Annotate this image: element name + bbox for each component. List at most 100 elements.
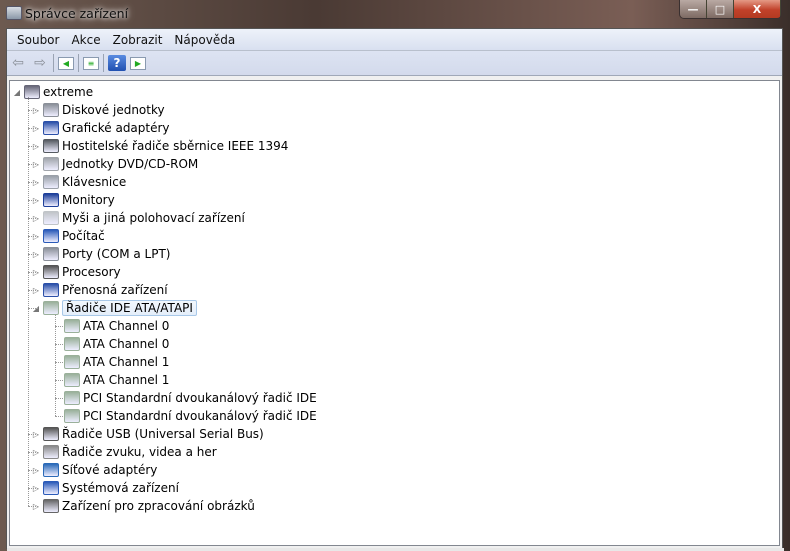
tree-device[interactable]: ATA Channel 1 bbox=[52, 371, 169, 389]
tree-item-label: Řadiče zvuku, videa a her bbox=[62, 445, 217, 459]
device-icon bbox=[43, 175, 59, 189]
tree-connector bbox=[28, 290, 38, 291]
tree-connector bbox=[28, 272, 38, 273]
tree-connector bbox=[28, 254, 38, 255]
tree-item-label: PCI Standardní dvoukanálový řadič IDE bbox=[83, 391, 317, 405]
tree-item-label: Systémová zařízení bbox=[62, 481, 179, 495]
tree-item-label: Síťové adaptéry bbox=[62, 463, 158, 477]
tree-connector bbox=[28, 218, 38, 219]
help-icon[interactable]: ? bbox=[108, 55, 126, 71]
tree-connector bbox=[28, 470, 38, 471]
tree-item-label: Řadiče USB (Universal Serial Bus) bbox=[62, 427, 264, 441]
close-button[interactable]: X bbox=[734, 0, 781, 18]
tree-connector bbox=[28, 97, 29, 506]
menu-bar: Soubor Akce Zobrazit Nápověda bbox=[7, 29, 782, 51]
tree-category[interactable]: ▷ Řadiče zvuku, videa a her bbox=[31, 443, 217, 461]
tree-item-label: Diskové jednotky bbox=[62, 103, 165, 117]
tree-item-label: ATA Channel 1 bbox=[83, 373, 170, 387]
device-icon bbox=[24, 85, 40, 99]
forward-arrow-icon[interactable]: ⇨ bbox=[31, 55, 49, 71]
tree-root-extreme[interactable]: ◢ extreme bbox=[12, 83, 93, 101]
tree-connector bbox=[28, 434, 38, 435]
tree-item-label: Přenosná zařízení bbox=[62, 283, 168, 297]
tree-connector bbox=[28, 182, 38, 183]
tree-category[interactable]: ▷ Zařízení pro zpracování obrázků bbox=[31, 497, 255, 515]
tree-item-label: ATA Channel 1 bbox=[83, 355, 170, 369]
device-icon bbox=[64, 373, 80, 387]
tree-category[interactable]: ▷ Jednotky DVD/CD-ROM bbox=[31, 155, 198, 173]
device-icon bbox=[43, 157, 59, 171]
device-icon bbox=[43, 481, 59, 495]
tree-item-label: Hostitelské řadiče sběrnice IEEE 1394 bbox=[62, 139, 289, 153]
tree-connector bbox=[28, 308, 38, 309]
device-icon bbox=[43, 247, 59, 261]
tree-category[interactable]: ▷ Porty (COM a LPT) bbox=[31, 245, 170, 263]
tree-category[interactable]: ▷ Diskové jednotky bbox=[31, 101, 165, 119]
tree-connector bbox=[28, 236, 38, 237]
tree-item-label: Počítač bbox=[62, 229, 105, 243]
tree-category[interactable]: ▷ Hostitelské řadiče sběrnice IEEE 1394 bbox=[31, 137, 288, 155]
device-icon bbox=[43, 265, 59, 279]
tree-item-label: Řadiče IDE ATA/ATAPI bbox=[62, 300, 197, 316]
caption-buttons: — □ X bbox=[679, 0, 782, 19]
tree-category[interactable]: ▷ Počítač bbox=[31, 227, 105, 245]
maximize-button[interactable]: □ bbox=[707, 0, 734, 18]
toolbar: ⇦ ⇨ ◀ ≡ ? ▶ bbox=[7, 51, 782, 76]
tree-item-label: Procesory bbox=[62, 265, 121, 279]
tree-category[interactable]: ▷ Systémová zařízení bbox=[31, 479, 179, 497]
tree-category[interactable]: ▷ Řadiče USB (Universal Serial Bus) bbox=[31, 425, 264, 443]
tree-item-label: ATA Channel 0 bbox=[83, 319, 170, 333]
tree-item-label: Klávesnice bbox=[62, 175, 127, 189]
tree-device[interactable]: ATA Channel 0 bbox=[52, 317, 169, 335]
device-icon bbox=[43, 211, 59, 225]
tree-connector bbox=[28, 488, 38, 489]
device-icon bbox=[43, 229, 59, 243]
tree-device[interactable]: ATA Channel 0 bbox=[52, 335, 169, 353]
device-manager-icon bbox=[6, 6, 22, 20]
tree-item-label: extreme bbox=[43, 85, 94, 99]
tree-category[interactable]: ▷ Myši a jiná polohovací zařízení bbox=[31, 209, 245, 227]
tree-device[interactable]: PCI Standardní dvoukanálový řadič IDE bbox=[52, 407, 317, 425]
device-icon bbox=[64, 337, 80, 351]
minimize-button[interactable]: — bbox=[680, 0, 707, 18]
tree-item-label: PCI Standardní dvoukanálový řadič IDE bbox=[83, 409, 317, 423]
tree-item-label: ATA Channel 0 bbox=[83, 337, 170, 351]
device-icon bbox=[43, 499, 59, 513]
back-arrow-icon[interactable]: ⇦ bbox=[9, 55, 27, 71]
window-title: Správce zařízení bbox=[25, 6, 129, 21]
device-icon bbox=[43, 121, 59, 135]
tree-category[interactable]: ▷ Procesory bbox=[31, 263, 121, 281]
properties-icon[interactable]: ≡ bbox=[83, 56, 99, 70]
tree-category[interactable]: ▷ Síťové adaptéry bbox=[31, 461, 157, 479]
tree-connector bbox=[28, 110, 38, 111]
tree-category[interactable]: ▷ Klávesnice bbox=[31, 173, 126, 191]
tree-category[interactable]: ▷ Přenosná zařízení bbox=[31, 281, 168, 299]
menu-soubor[interactable]: Soubor bbox=[11, 33, 65, 47]
collapse-arrow-icon[interactable]: ◢ bbox=[12, 88, 22, 97]
toolbar-separator bbox=[53, 54, 54, 72]
tree-item-label: Porty (COM a LPT) bbox=[62, 247, 171, 261]
tree-category[interactable]: ▷ Grafické adaptéry bbox=[31, 119, 170, 137]
device-icon bbox=[43, 193, 59, 207]
tree-item-label: Myši a jiná polohovací zařízení bbox=[62, 211, 245, 225]
menu-akce[interactable]: Akce bbox=[65, 33, 106, 47]
device-icon bbox=[64, 409, 80, 423]
menu-zobrazit[interactable]: Zobrazit bbox=[107, 33, 169, 47]
device-tree[interactable]: ◢ extreme ▷ Diskové jednotky ▷ Grafické adapt… bbox=[9, 80, 780, 546]
tree-item-label: Jednotky DVD/CD-ROM bbox=[62, 157, 199, 171]
device-icon bbox=[43, 301, 59, 315]
device-icon bbox=[43, 445, 59, 459]
menu-napoveda[interactable]: Nápověda bbox=[168, 33, 241, 47]
tree-item-label: Zařízení pro zpracování obrázků bbox=[62, 499, 255, 513]
tree-connector bbox=[28, 146, 38, 147]
tree-connector bbox=[28, 506, 38, 507]
tree-connector bbox=[28, 164, 38, 165]
device-icon bbox=[43, 283, 59, 297]
tree-device[interactable]: ATA Channel 1 bbox=[52, 353, 169, 371]
device-icon bbox=[43, 103, 59, 117]
window-client: Soubor Akce Zobrazit Nápověda ⇦ ⇨ ◀ ≡ ? … bbox=[6, 28, 784, 551]
show-hide-console-tree-icon[interactable]: ◀ bbox=[58, 56, 74, 70]
tree-category[interactable]: ▷ Monitory bbox=[31, 191, 115, 209]
show-action-pane-icon[interactable]: ▶ bbox=[130, 56, 146, 70]
tree-device[interactable]: PCI Standardní dvoukanálový řadič IDE bbox=[52, 389, 317, 407]
